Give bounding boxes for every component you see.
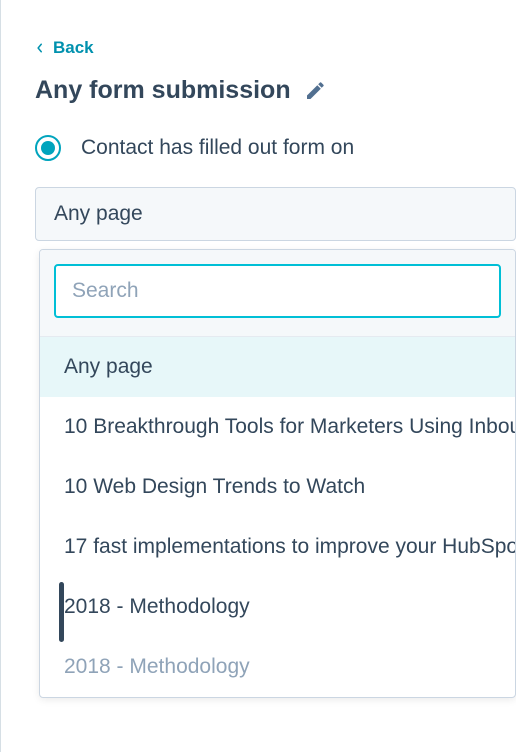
dropdown-option[interactable]: Any page — [40, 337, 515, 397]
dropdown-option[interactable]: 17 fast implementations to improve your … — [40, 517, 515, 577]
search-input[interactable] — [54, 264, 501, 318]
radio-filled-out-form[interactable] — [35, 135, 61, 161]
scrollbar-thumb[interactable] — [59, 582, 64, 642]
dropdown-option[interactable]: 2018 - Methodology — [40, 577, 515, 637]
side-panel: Back Any form submission Contact has fil… — [0, 0, 516, 752]
page-title: Any form submission — [35, 76, 291, 105]
radio-label: Contact has filled out form on — [81, 136, 354, 160]
search-wrap — [40, 250, 515, 337]
dropdown-option[interactable]: 10 Breakthrough Tools for Marketers Usin… — [40, 397, 515, 457]
back-button[interactable]: Back — [35, 38, 94, 58]
page-select[interactable]: Any page — [35, 187, 516, 241]
radio-dot — [41, 141, 55, 155]
title-row: Any form submission — [35, 76, 516, 105]
select-value: Any page — [54, 202, 143, 225]
radio-row: Contact has filled out form on — [35, 135, 516, 161]
dropdown-option[interactable]: 2018 - Methodology — [40, 637, 515, 697]
options-list: Any page10 Breakthrough Tools for Market… — [40, 337, 515, 697]
back-label: Back — [53, 38, 94, 58]
chevron-left-icon — [35, 43, 45, 53]
dropdown-option[interactable]: 10 Web Design Trends to Watch — [40, 457, 515, 517]
page-dropdown: Any page10 Breakthrough Tools for Market… — [39, 249, 516, 698]
pencil-icon[interactable] — [305, 81, 325, 101]
